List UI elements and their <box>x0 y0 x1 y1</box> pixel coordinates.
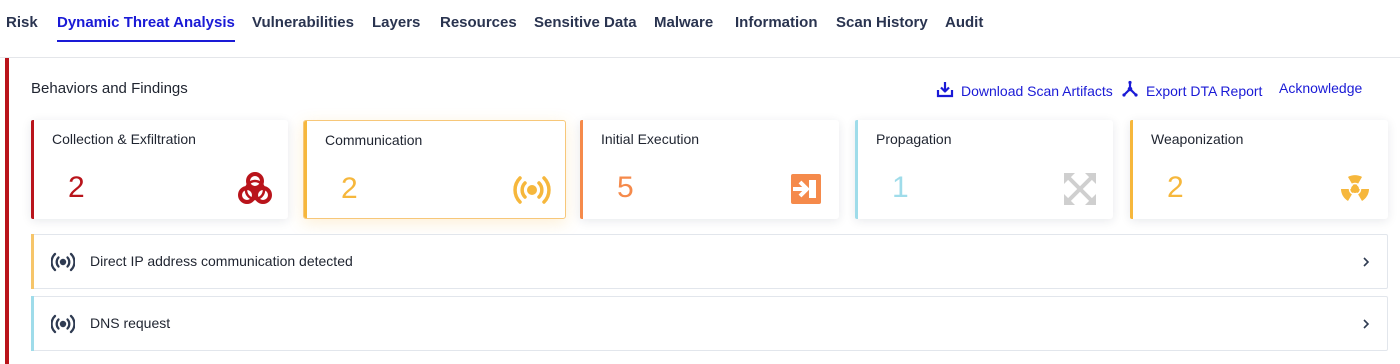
tab-malware[interactable]: Malware <box>654 14 713 31</box>
finding-label: Direct IP address communication detected <box>90 253 353 269</box>
category-count: 2 <box>68 171 85 204</box>
export-dta-report-button[interactable]: Export DTA Report <box>1121 80 1262 101</box>
tab-risk[interactable]: Risk <box>6 14 38 31</box>
tab-layers[interactable]: Layers <box>372 14 420 31</box>
category-card-weaponization[interactable]: Weaponization 2 <box>1130 120 1388 219</box>
broadcast-icon <box>50 313 76 335</box>
card-accent <box>855 120 858 219</box>
category-label: Initial Execution <box>601 131 700 147</box>
export-dta-report-label: Export DTA Report <box>1146 82 1263 99</box>
category-label: Communication <box>325 132 423 148</box>
tab-dynamic-threat-analysis[interactable]: Dynamic Threat Analysis <box>57 14 235 42</box>
biohazard-icon <box>236 170 274 208</box>
finding-row-direct-ip[interactable]: Direct IP address communication detected <box>31 234 1388 289</box>
row-accent <box>31 296 34 351</box>
tab-resources[interactable]: Resources <box>440 14 517 31</box>
chevron-right-icon <box>1361 255 1371 269</box>
download-scan-artifacts-button[interactable]: Download Scan Artifacts <box>936 80 1113 101</box>
finding-label: DNS request <box>90 315 171 331</box>
download-icon <box>936 80 954 101</box>
tab-sensitive-data[interactable]: Sensitive Data <box>534 14 637 31</box>
broadcast-icon <box>50 251 76 273</box>
category-label: Propagation <box>876 131 952 147</box>
card-accent <box>580 120 583 219</box>
tab-vulnerabilities[interactable]: Vulnerabilities <box>252 14 354 31</box>
broadcast-icon <box>513 171 551 209</box>
expand-arrows-icon <box>1061 170 1099 208</box>
card-accent <box>31 120 34 219</box>
radiation-icon <box>1336 170 1374 208</box>
download-scan-artifacts-label: Download Scan Artifacts <box>961 82 1113 99</box>
login-arrow-icon <box>787 170 825 208</box>
category-card-propagation[interactable]: Propagation 1 <box>855 120 1113 219</box>
card-accent <box>1130 120 1133 219</box>
category-card-collection-exfiltration[interactable]: Collection & Exfiltration 2 <box>31 120 288 219</box>
category-count: 2 <box>1167 171 1184 204</box>
category-label: Weaponization <box>1151 131 1244 147</box>
card-accent <box>304 121 307 218</box>
category-count: 5 <box>617 171 634 204</box>
category-count: 2 <box>341 172 358 205</box>
category-count: 1 <box>892 171 909 204</box>
tab-information[interactable]: Information <box>735 14 818 31</box>
behaviors-panel: Behaviors and Findings Download Scan Art… <box>0 58 1400 364</box>
severity-indicator <box>5 58 9 364</box>
row-accent <box>31 234 34 289</box>
panel-title: Behaviors and Findings <box>31 80 188 97</box>
tab-scan-history[interactable]: Scan History <box>836 14 928 31</box>
export-report-icon <box>1121 80 1139 101</box>
finding-row-dns-request[interactable]: DNS request <box>31 296 1388 351</box>
chevron-right-icon <box>1361 317 1371 331</box>
tab-bar: Risk Dynamic Threat Analysis Vulnerabili… <box>0 0 1400 58</box>
category-card-initial-execution[interactable]: Initial Execution 5 <box>580 120 839 219</box>
category-card-communication[interactable]: Communication 2 <box>303 120 566 219</box>
category-label: Collection & Exfiltration <box>52 131 196 147</box>
acknowledge-button[interactable]: Acknowledge <box>1279 80 1362 96</box>
tab-audit[interactable]: Audit <box>945 14 983 31</box>
